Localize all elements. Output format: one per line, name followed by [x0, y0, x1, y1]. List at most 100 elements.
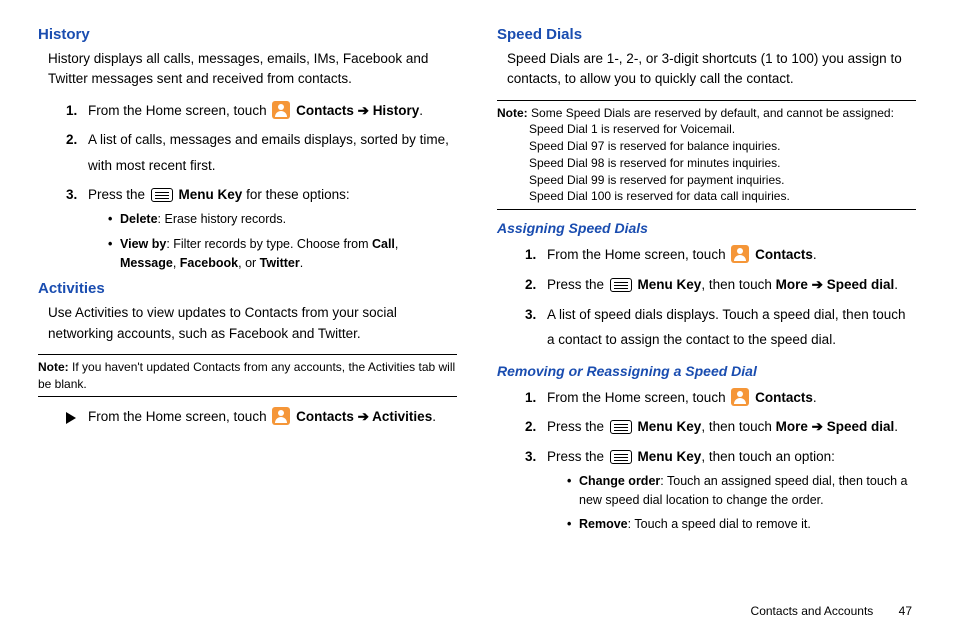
list-item: 3. A list of speed dials displays. Touch…	[525, 302, 916, 353]
activities-note: Note: If you haven't updated Contacts fr…	[38, 354, 457, 398]
step-text: From the Home screen, touch	[547, 390, 729, 405]
assigning-heading: Assigning Speed Dials	[497, 220, 916, 236]
step-text: Contacts	[296, 409, 354, 424]
activities-step: From the Home screen, touch Contacts ➔ A…	[66, 407, 457, 427]
menu-key-icon	[610, 450, 632, 464]
nav-arrow: ➔	[808, 419, 827, 434]
step-text: From the Home screen, touch	[88, 103, 270, 118]
step-text: .	[813, 390, 817, 405]
step-text: Menu Key	[638, 277, 702, 292]
assigning-steps: 1. From the Home screen, touch Contacts.…	[525, 242, 916, 353]
note-text: Some Speed Dials are reserved by default…	[531, 106, 894, 120]
step-text: Speed dial	[827, 277, 895, 292]
menu-key-icon	[151, 188, 173, 202]
note-text: Speed Dial 1 is reserved for Voicemail.	[529, 121, 916, 138]
bullet-text: : Touch a speed dial to remove it.	[628, 517, 811, 531]
list-item: 1. From the Home screen, touch Contacts …	[66, 98, 457, 124]
step-text: A list of calls, messages and emails dis…	[88, 132, 449, 173]
bullet-text: , or	[238, 256, 260, 270]
bullet-text: View by	[120, 237, 166, 251]
note-text: Speed Dial 100 is reserved for data call…	[529, 188, 916, 205]
menu-key-icon	[610, 278, 632, 292]
step-text: From the Home screen, touch	[88, 409, 270, 424]
list-item: 1. From the Home screen, touch Contacts.	[525, 385, 916, 411]
step-text: Contacts	[755, 247, 813, 262]
bullet-text: ,	[173, 256, 180, 270]
speed-dials-intro: Speed Dials are 1-, 2-, or 3-digit short…	[507, 49, 916, 90]
note-text: Speed Dial 99 is reserved for payment in…	[529, 172, 916, 189]
list-item: 2. A list of calls, messages and emails …	[66, 127, 457, 178]
history-heading: History	[38, 26, 457, 43]
page-footer: Contacts and Accounts 47	[751, 604, 912, 618]
step-text: , then touch	[701, 419, 775, 434]
step-text: .	[894, 277, 898, 292]
step-text: Menu Key	[179, 187, 243, 202]
history-intro: History displays all calls, messages, em…	[48, 49, 457, 90]
bullet-text: Remove	[579, 517, 628, 531]
activities-heading: Activities	[38, 280, 457, 297]
nav-arrow: ➔	[354, 103, 373, 118]
step-text: More	[776, 277, 808, 292]
bullet-text: ,	[395, 237, 398, 251]
note-label: Note:	[497, 106, 528, 120]
bullet-text: Facebook	[180, 256, 238, 270]
contacts-icon	[272, 101, 290, 119]
page-number: 47	[899, 604, 912, 618]
step-text: Contacts	[755, 390, 813, 405]
left-column: History History displays all calls, mess…	[38, 26, 457, 540]
note-text: Speed Dial 98 is reserved for minutes in…	[529, 155, 916, 172]
step-text: Activities	[372, 409, 432, 424]
step-text: A list of speed dials displays. Touch a …	[547, 307, 905, 348]
list-item: 2. Press the Menu Key, then touch More ➔…	[525, 414, 916, 440]
list-item: 3. Press the Menu Key for these options:…	[66, 182, 457, 272]
contacts-icon	[731, 245, 749, 263]
step-text: Speed dial	[827, 419, 895, 434]
step-text: Press the	[88, 187, 149, 202]
step-text: Contacts	[296, 103, 354, 118]
step-text: , then touch	[701, 277, 775, 292]
footer-section: Contacts and Accounts	[751, 604, 874, 618]
step-text: Menu Key	[638, 419, 702, 434]
list-item: Delete: Erase history records.	[108, 210, 457, 229]
step-text: .	[419, 103, 423, 118]
step-text: .	[813, 247, 817, 262]
list-item: View by: Filter records by type. Choose …	[108, 235, 457, 273]
step-text: More	[776, 419, 808, 434]
contacts-icon	[272, 407, 290, 425]
bullet-text: Change order	[579, 474, 660, 488]
speed-dials-note: Note: Some Speed Dials are reserved by d…	[497, 100, 916, 211]
step-text: From the Home screen, touch	[547, 247, 729, 262]
right-column: Speed Dials Speed Dials are 1-, 2-, or 3…	[497, 26, 916, 540]
bullet-text: : Erase history records.	[158, 212, 287, 226]
contacts-icon	[731, 388, 749, 406]
bullet-text: Delete	[120, 212, 158, 226]
removing-options: Change order: Touch an assigned speed di…	[567, 472, 916, 534]
step-text: .	[894, 419, 898, 434]
note-text: Speed Dial 97 is reserved for balance in…	[529, 138, 916, 155]
nav-arrow: ➔	[354, 409, 372, 424]
bullet-text: Call	[372, 237, 395, 251]
bullet-text: Twitter	[260, 256, 300, 270]
removing-steps: 1. From the Home screen, touch Contacts.…	[525, 385, 916, 534]
nav-arrow: ➔	[808, 277, 827, 292]
step-text: for these options:	[242, 187, 349, 202]
list-item: 1. From the Home screen, touch Contacts.	[525, 242, 916, 268]
step-text: History	[373, 103, 420, 118]
note-label: Note:	[38, 360, 69, 374]
history-options: Delete: Erase history records. View by: …	[108, 210, 457, 272]
step-text: Press the	[547, 449, 608, 464]
step-text: Press the	[547, 277, 608, 292]
activities-intro: Use Activities to view updates to Contac…	[48, 303, 457, 344]
list-item: 3. Press the Menu Key, then touch an opt…	[525, 444, 916, 534]
note-text: If you haven't updated Contacts from any…	[38, 360, 455, 391]
menu-key-icon	[610, 420, 632, 434]
bullet-text: .	[300, 256, 303, 270]
manual-page: History History displays all calls, mess…	[0, 0, 954, 550]
step-text: Menu Key	[638, 449, 702, 464]
speed-dials-heading: Speed Dials	[497, 26, 916, 43]
list-item: 2. Press the Menu Key, then touch More ➔…	[525, 272, 916, 298]
removing-heading: Removing or Reassigning a Speed Dial	[497, 363, 916, 379]
triangle-bullet-icon	[66, 410, 76, 430]
bullet-text: : Filter records by type. Choose from	[166, 237, 372, 251]
list-item: Remove: Touch a speed dial to remove it.	[567, 515, 916, 534]
